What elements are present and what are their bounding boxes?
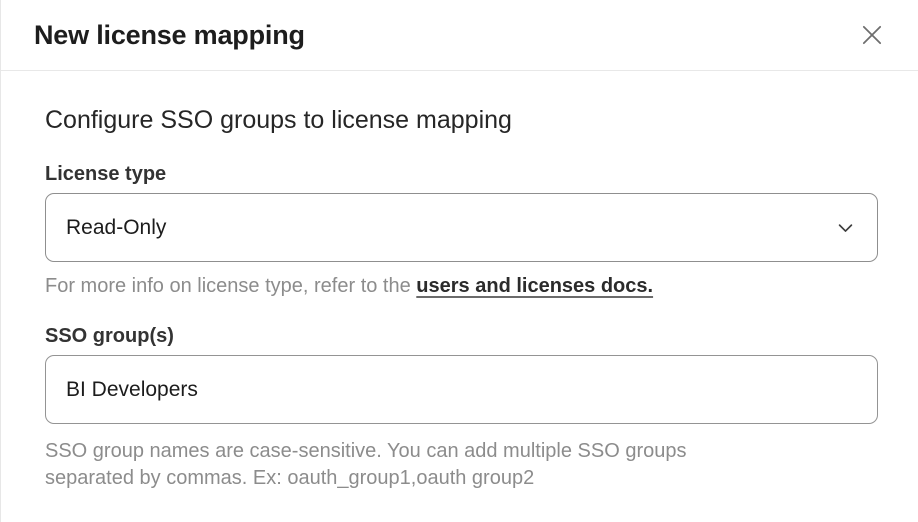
license-type-field: License type Read-Only For more info on …	[45, 163, 878, 298]
close-icon	[858, 21, 886, 49]
sso-groups-label: SSO group(s)	[45, 325, 878, 348]
chevron-down-icon	[836, 218, 855, 237]
license-type-help: For more info on license type, refer to …	[45, 275, 878, 298]
license-type-help-prefix: For more info on license type, refer to …	[45, 275, 416, 297]
dialog-title: New license mapping	[34, 20, 305, 51]
license-type-label: License type	[45, 163, 878, 186]
license-type-selected-value: Read-Only	[66, 216, 166, 240]
sso-groups-help: SSO group names are case-sensitive. You …	[45, 438, 725, 492]
new-license-mapping-dialog: New license mapping Configure SSO groups…	[0, 0, 918, 522]
sso-groups-input[interactable]	[45, 355, 878, 424]
close-button[interactable]	[854, 17, 890, 53]
section-heading: Configure SSO groups to license mapping	[45, 107, 878, 133]
users-and-licenses-docs-link[interactable]: users and licenses docs.	[416, 275, 653, 297]
dialog-body: Configure SSO groups to license mapping …	[1, 107, 918, 492]
dialog-header: New license mapping	[1, 0, 918, 71]
sso-groups-field: SSO group(s) SSO group names are case-se…	[45, 325, 878, 492]
license-type-select[interactable]: Read-Only	[45, 193, 878, 262]
